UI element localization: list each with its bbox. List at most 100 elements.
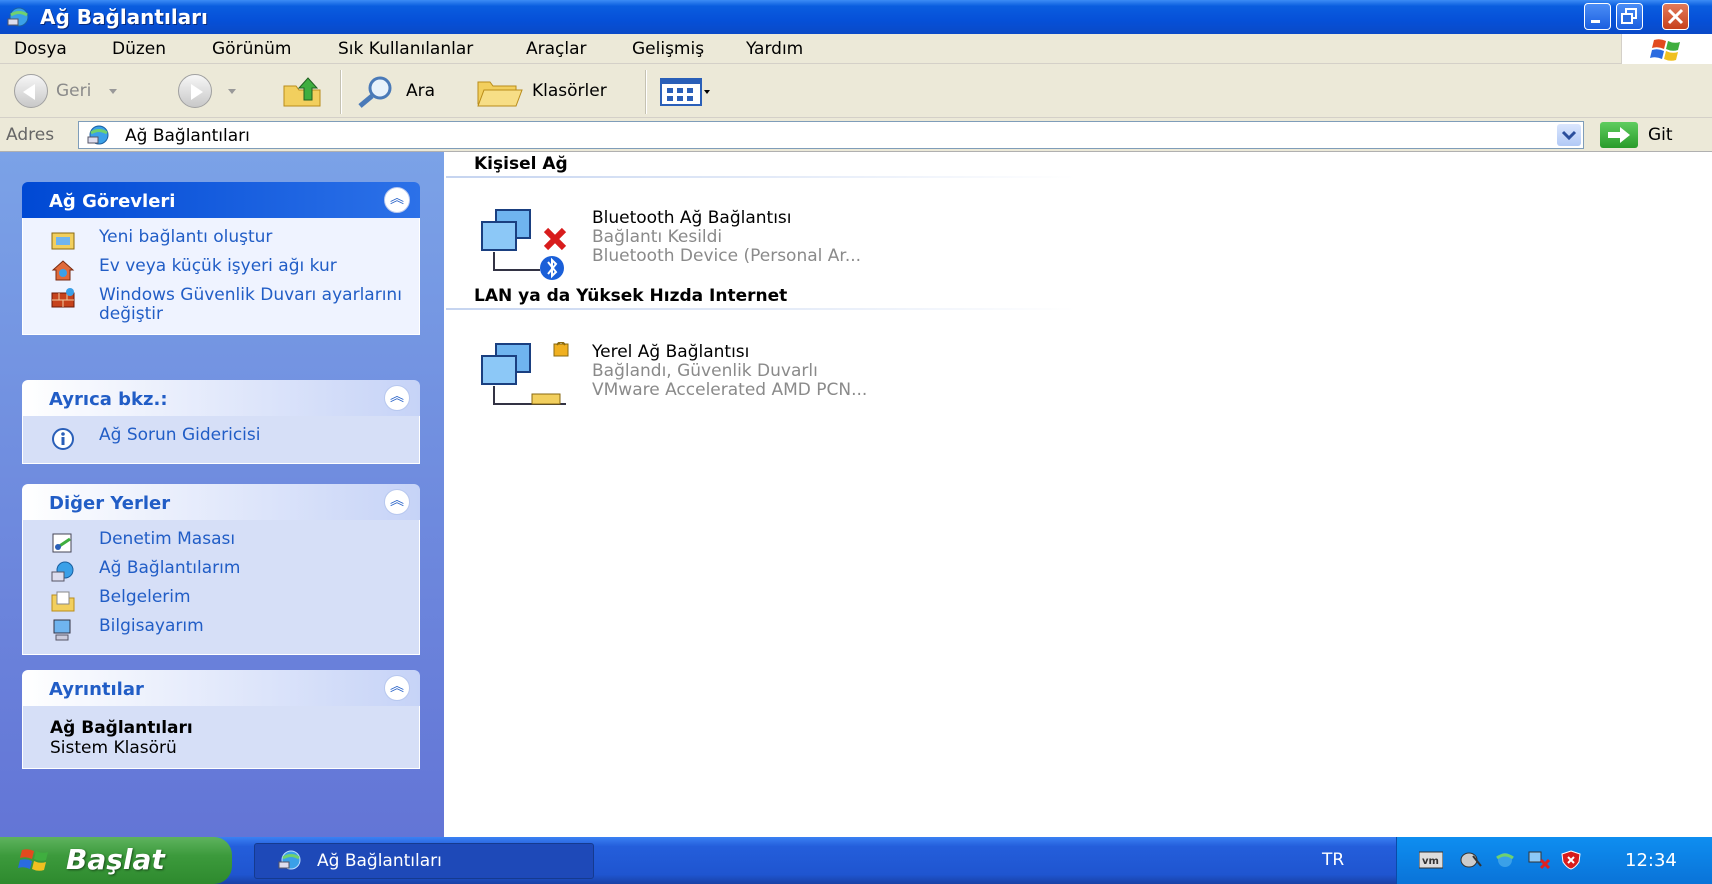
- menu-bar: Dosya Düzen Görünüm Sık Kullanılanlar Ar…: [0, 34, 1712, 64]
- bluetooth-network-icon: [481, 209, 567, 280]
- network-tasks-header[interactable]: Ağ Görevleri ︽: [22, 182, 420, 218]
- chevron-down-icon: [1561, 130, 1577, 141]
- menu-advanced[interactable]: Gelişmiş: [632, 39, 704, 59]
- see-also-header[interactable]: Ayrıca bkz.: ︽: [22, 380, 420, 416]
- up-folder-icon: [283, 77, 321, 107]
- taskbar: Başlat Ağ Bağlantıları TR vm 12:34: [0, 837, 1712, 884]
- connection-name: Bluetooth Ağ Bağlantısı: [592, 208, 792, 228]
- taskbar-item-network-connections[interactable]: Ağ Bağlantıları: [254, 843, 594, 879]
- panel-title: Ayrıca bkz.:: [49, 389, 168, 410]
- panel-title: Diğer Yerler: [49, 493, 171, 514]
- other-places-header[interactable]: Diğer Yerler ︽: [22, 484, 420, 520]
- toolbar-separator: [645, 70, 647, 114]
- taskbar-item-label: Ağ Bağlantıları: [317, 851, 442, 871]
- satellite-icon[interactable]: [1459, 850, 1483, 870]
- security-center-icon[interactable]: [1559, 850, 1583, 870]
- my-network-places-link[interactable]: Ağ Bağlantılarım: [23, 559, 419, 586]
- details-type: Sistem Klasörü: [50, 738, 177, 758]
- close-icon: [1667, 8, 1684, 25]
- forward-button[interactable]: [178, 74, 236, 108]
- network-tray-icon[interactable]: [1493, 850, 1517, 870]
- connection-device: VMware Accelerated AMD PCN...: [592, 380, 868, 400]
- create-connection-link[interactable]: Yeni bağlantı oluştur: [23, 228, 419, 255]
- forward-arrow-icon: [178, 74, 212, 108]
- task-pane: Ağ Görevleri ︽ Yeni bağlantı oluştur Ev …: [0, 152, 444, 837]
- computer-icon: [53, 619, 71, 641]
- views-icon: [660, 78, 710, 106]
- home-network-link[interactable]: Ev veya küçük işyeri ağı kur: [23, 257, 419, 284]
- back-arrow-icon: [14, 74, 48, 108]
- clock[interactable]: 12:34: [1625, 850, 1677, 871]
- address-value: Ağ Bağlantıları: [125, 126, 250, 146]
- toolbar-separator: [340, 70, 342, 114]
- group-divider: [446, 176, 1076, 178]
- collapse-icon[interactable]: ︽: [384, 675, 410, 701]
- language-indicator[interactable]: TR: [1322, 850, 1344, 870]
- home-network-icon: [51, 260, 75, 281]
- collapse-icon[interactable]: ︽: [384, 187, 410, 213]
- lan-connection-icon: [481, 342, 569, 405]
- back-dropdown-icon[interactable]: [109, 88, 118, 94]
- forward-dropdown-icon[interactable]: [228, 88, 236, 94]
- my-computer-link[interactable]: Bilgisayarım: [23, 617, 419, 644]
- system-tray: vm 12:34: [1396, 837, 1712, 884]
- group-header-personal-area-network: Kişisel Ağ: [474, 154, 568, 174]
- address-dropdown-button[interactable]: [1557, 124, 1581, 146]
- other-places-panel: Diğer Yerler ︽ Denetim Masası Ağ Bağlant…: [22, 484, 420, 655]
- windows-flag-icon: [18, 849, 48, 871]
- network-disconnected-icon[interactable]: [1527, 850, 1551, 870]
- group-header-lan: LAN ya da Yüksek Hızda Internet: [474, 286, 788, 306]
- go-label[interactable]: Git: [1648, 125, 1673, 145]
- connection-status: Bağlantı Kesildi: [592, 227, 723, 247]
- go-button[interactable]: [1600, 122, 1638, 148]
- standard-toolbar: Geri Ara Klasörler: [0, 64, 1712, 118]
- new-connection-icon: [51, 232, 75, 250]
- folders-button[interactable]: Klasörler: [476, 74, 607, 108]
- menu-favorites[interactable]: Sık Kullanılanlar: [338, 39, 473, 59]
- panel-title: Ağ Görevleri: [49, 191, 176, 212]
- search-button[interactable]: Ara: [356, 74, 435, 108]
- network-connections-icon: [278, 850, 301, 870]
- back-label: Geri: [56, 81, 92, 101]
- vmware-tools-icon[interactable]: vm: [1419, 850, 1443, 870]
- address-input[interactable]: Ağ Bağlantıları: [78, 121, 1584, 149]
- restore-icon: [1621, 8, 1637, 24]
- up-folder-button[interactable]: [282, 74, 324, 108]
- menu-file[interactable]: Dosya: [14, 39, 67, 59]
- documents-folder-icon: [51, 591, 75, 612]
- network-tasks-panel: Ağ Görevleri ︽ Yeni bağlantı oluştur Ev …: [22, 182, 420, 335]
- start-button[interactable]: Başlat: [0, 837, 232, 884]
- windows-logo: [1621, 34, 1712, 64]
- my-documents-link[interactable]: Belgelerim: [23, 588, 419, 615]
- windows-flag-icon: [1650, 39, 1680, 61]
- menu-tools[interactable]: Araçlar: [526, 39, 587, 59]
- restore-button[interactable]: [1616, 3, 1643, 30]
- minimize-button[interactable]: [1584, 3, 1611, 30]
- details-name: Ağ Bağlantıları: [50, 718, 193, 738]
- back-button[interactable]: Geri: [14, 74, 118, 108]
- network-troubleshooter-link[interactable]: Ağ Sorun Gidericisi: [23, 426, 419, 453]
- network-connections-icon: [87, 125, 109, 145]
- views-button[interactable]: [660, 74, 710, 108]
- address-label: Adres: [6, 125, 55, 145]
- minimize-icon: [1591, 20, 1600, 23]
- connection-device: Bluetooth Device (Personal Ar...: [592, 246, 862, 266]
- details-header[interactable]: Ayrıntılar ︽: [22, 670, 420, 706]
- window-title: Ağ Bağlantıları: [40, 5, 208, 29]
- collapse-icon[interactable]: ︽: [384, 385, 410, 411]
- firewall-settings-link[interactable]: Windows Güvenlik Duvarı ayarlarını değiş…: [23, 286, 419, 324]
- control-panel-link[interactable]: Denetim Masası: [23, 530, 419, 557]
- network-places-icon: [51, 561, 74, 582]
- menu-view[interactable]: Görünüm: [212, 39, 291, 59]
- collapse-icon[interactable]: ︽: [384, 489, 410, 515]
- control-panel-icon: [52, 533, 72, 553]
- group-divider: [446, 308, 1076, 310]
- menu-edit[interactable]: Düzen: [112, 39, 166, 59]
- close-button[interactable]: [1662, 3, 1689, 30]
- info-icon: [52, 428, 74, 450]
- title-bar[interactable]: Ağ Bağlantıları: [0, 0, 1712, 34]
- svg-text:vm: vm: [1422, 856, 1439, 867]
- search-label: Ara: [406, 81, 436, 101]
- menu-help[interactable]: Yardım: [746, 39, 803, 59]
- see-also-panel: Ayrıca bkz.: ︽ Ağ Sorun Gidericisi: [22, 380, 420, 464]
